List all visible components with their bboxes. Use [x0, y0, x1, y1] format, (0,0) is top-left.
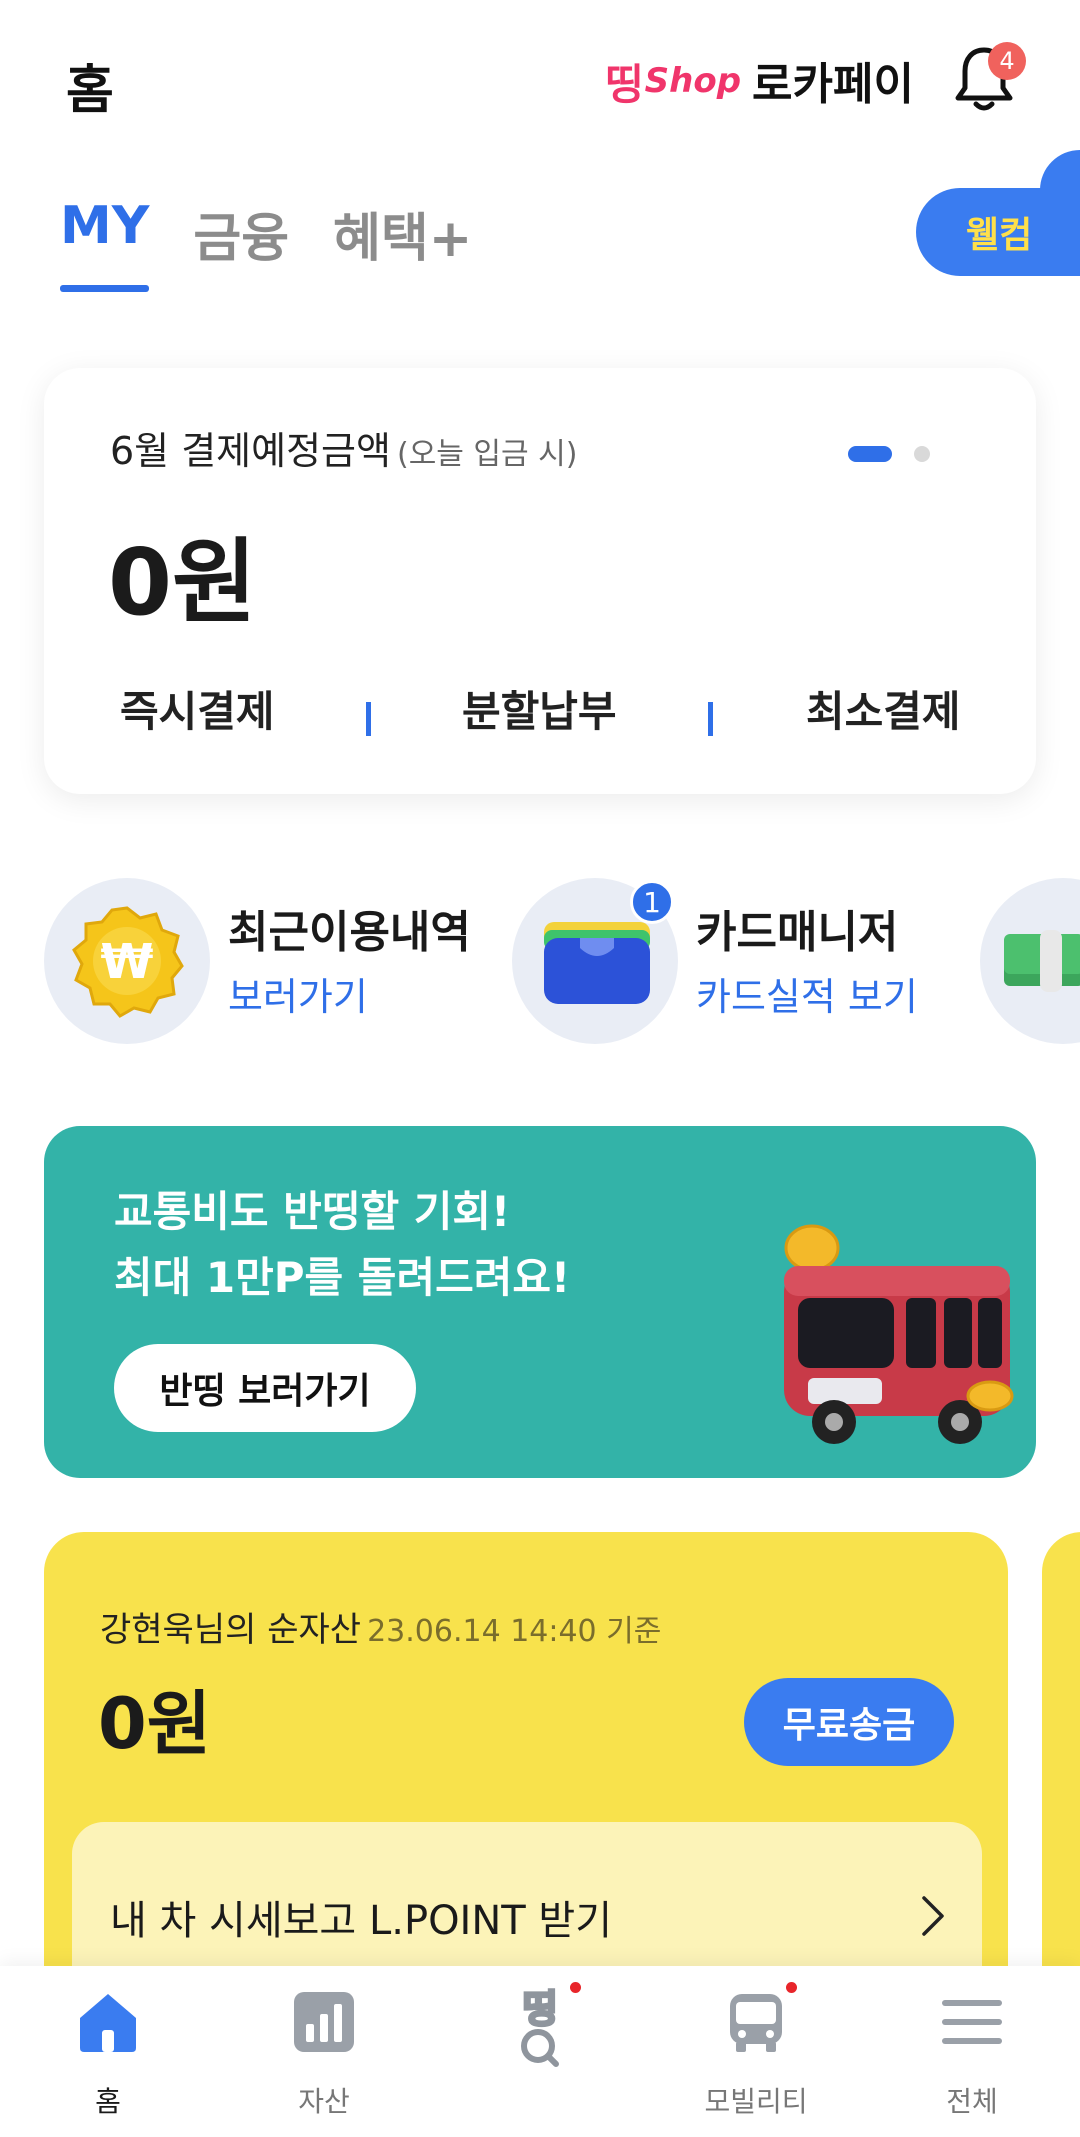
cash-icon — [1004, 930, 1080, 992]
tab-finance[interactable]: 금융 — [193, 196, 289, 292]
ddeng-search-icon: 띵 — [521, 1986, 559, 2067]
installment-button[interactable]: 분할납부 — [462, 678, 617, 739]
promo-line-2: 최대 1만P를 돌려드려요! — [114, 1253, 571, 1302]
bottom-navigation: 홈 자산 띵 모빌리티 전체 — [0, 1966, 1080, 2137]
payment-actions: 즉시결제 분할납부 최소결제 — [44, 678, 1036, 748]
promo-button[interactable]: 반띵 보러가기 — [114, 1344, 416, 1432]
tab-my[interactable]: MY — [60, 196, 150, 292]
card-manager-badge: 1 — [630, 880, 674, 924]
payment-due-subtitle: (오늘 입금 시) — [396, 437, 578, 472]
svg-text:₩: ₩ — [101, 934, 154, 990]
payment-due-title: 6월 결제예정금액 — [110, 429, 391, 473]
nav-label: 전체 — [946, 2085, 998, 2118]
tab-benefits[interactable]: 혜택+ — [333, 196, 472, 292]
home-icon — [80, 1994, 136, 2052]
payment-due-card[interactable]: 6월 결제예정금액 (오늘 입금 시) 0원 즉시결제 분할납부 최소결제 — [44, 368, 1036, 794]
nav-mobility[interactable]: 모빌리티 — [648, 1966, 864, 2137]
shortcut-subtitle: 카드실적 보기 — [696, 975, 918, 1019]
menu-icon — [942, 2000, 1002, 2044]
nav-home[interactable]: 홈 — [0, 1966, 216, 2137]
shortcut-recent-history[interactable]: ₩ 최근이용내역 보러가기 — [44, 878, 484, 1044]
carousel-dot-active — [848, 446, 892, 462]
top-tabs: MY 금융 혜택+ — [60, 196, 516, 296]
nav-all[interactable]: 전체 — [864, 1966, 1080, 2137]
shortcut-partial[interactable] — [980, 878, 1080, 1044]
shortcut-title: 최근이용내역 — [228, 907, 471, 958]
nav-label: 홈 — [95, 2085, 121, 2118]
car-price-text: 내 차 시세보고 L.POINT 받기 — [110, 1898, 613, 1944]
bar-chart-icon — [294, 1992, 354, 2052]
locapay-link[interactable]: 로카페이 — [752, 48, 914, 112]
bus-icon — [730, 1994, 782, 2052]
nav-ddeng[interactable]: 띵 — [432, 1966, 648, 2137]
notification-dot — [570, 1982, 581, 1993]
divider — [366, 702, 371, 736]
won-coin-icon: ₩ — [72, 906, 184, 1018]
divider — [708, 702, 713, 736]
svg-text:띵: 띵 — [523, 1987, 558, 2031]
shop-logo-text: Shop — [644, 61, 742, 101]
shortcut-card-manager[interactable]: 1 카드매니저 카드실적 보기 — [512, 878, 952, 1044]
nav-label: 자산 — [298, 2085, 350, 2118]
nav-label: 모빌리티 — [704, 2085, 808, 2118]
app-header: 홈 띵 Shop 로카페이 4 — [0, 0, 1080, 160]
bus-illustration — [784, 1224, 1014, 1444]
carousel-dot — [914, 446, 930, 462]
wallet-icon — [544, 922, 650, 1004]
payment-due-amount: 0원 — [108, 529, 257, 636]
net-asset-amount: 0원 — [98, 1683, 212, 1765]
nav-assets[interactable]: 자산 — [216, 1966, 432, 2137]
free-transfer-button[interactable]: 무료송금 — [744, 1678, 954, 1766]
net-asset-timestamp: 23.06.14 14:40 기준 — [367, 1614, 662, 1649]
net-asset-title: 강현욱님의 순자산 23.06.14 14:40 기준 — [100, 1602, 661, 1651]
transport-promo-banner[interactable]: 교통비도 반띵할 기회! 최대 1만P를 돌려드려요! 반띵 보러가기 — [44, 1126, 1036, 1478]
shop-logo-prefix: 띵 — [605, 59, 644, 109]
minimum-payment-button[interactable]: 최소결제 — [806, 678, 961, 739]
carousel-indicator — [848, 446, 930, 462]
shortcut-title: 카드매니저 — [696, 907, 899, 958]
net-asset-owner: 강현욱님의 순자산 — [100, 1610, 362, 1650]
ddeng-shop-logo[interactable]: 띵 Shop — [605, 48, 741, 114]
welcome-button[interactable]: 웰컴 — [916, 188, 1080, 276]
shortcut-subtitle: 보러가기 — [228, 975, 368, 1019]
promo-line-1: 교통비도 반띵할 기회! — [114, 1187, 511, 1236]
chevron-right-icon — [922, 1896, 944, 1936]
instant-payment-button[interactable]: 즉시결제 — [120, 678, 275, 739]
payment-due-label: 6월 결제예정금액 (오늘 입금 시) — [110, 420, 577, 475]
page-title: 홈 — [66, 61, 114, 121]
notification-dot — [786, 1982, 797, 1993]
notification-badge: 4 — [988, 42, 1026, 80]
